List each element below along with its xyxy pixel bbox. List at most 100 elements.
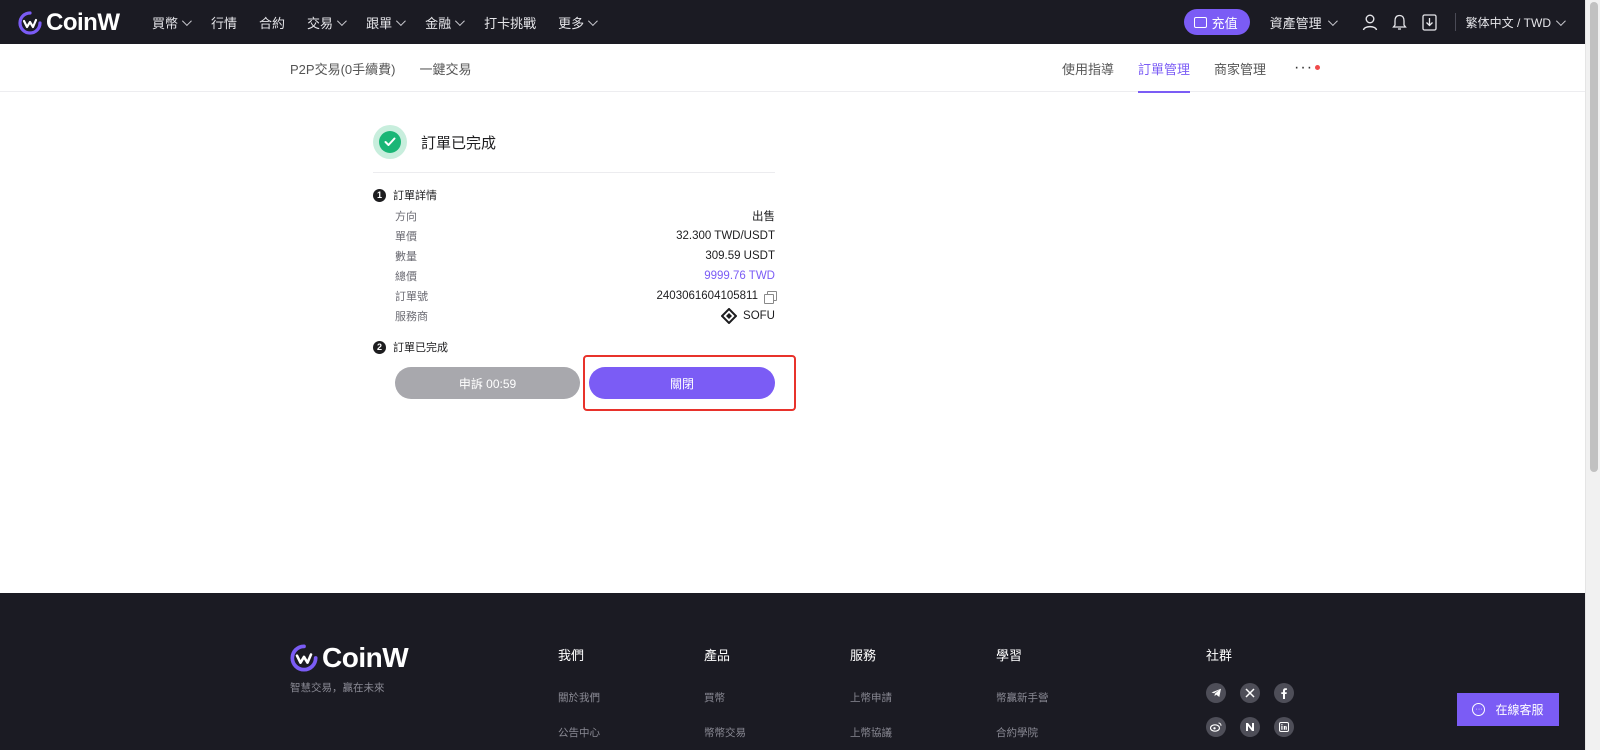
order-details-list: 方向 出售 單價 32.300 TWD/USDT 數量 309.59 USDT … (395, 206, 777, 326)
coinw-logo-icon (290, 644, 318, 672)
nav-label: 跟單 (366, 15, 393, 31)
x-icon[interactable] (1240, 683, 1260, 703)
footer-column-about: 我們 關於我們 公告中心 (558, 645, 600, 750)
detail-value: 出售 (752, 211, 775, 223)
section-order-completed: 2 訂單已完成 (373, 339, 448, 355)
footer-logo[interactable]: CoinW (290, 642, 409, 674)
social-links (1206, 683, 1294, 737)
footer-link-listing-agreement[interactable]: 上幣協議 (850, 725, 892, 740)
footer-slogan: 智慧交易，贏在未來 (290, 682, 385, 694)
nav-item-market[interactable]: 行情 (211, 13, 237, 32)
chat-bubble-icon: ··· (1472, 703, 1486, 716)
chevron-down-icon (396, 15, 406, 26)
divider (373, 172, 775, 173)
detail-value: 32.300 TWD/USDT (676, 230, 775, 242)
detail-label: 服務商 (395, 311, 428, 323)
language-label: 繁体中文 / TWD (1465, 15, 1551, 30)
footer-column-title: 社群 (1206, 648, 1233, 663)
detail-row-quantity: 數量 309.59 USDT (395, 246, 775, 266)
bell-icon[interactable] (1391, 13, 1409, 31)
telegram-icon[interactable] (1206, 683, 1226, 703)
detail-label: 數量 (395, 251, 417, 263)
detail-row-direction: 方向 出售 (395, 206, 775, 226)
online-support-button[interactable]: ··· 在線客服 (1457, 693, 1559, 726)
scrollbar-thumb[interactable] (1590, 2, 1598, 472)
section-title: 訂單詳情 (393, 190, 437, 202)
appeal-button[interactable]: 申訴 00:59 (395, 367, 580, 399)
close-button[interactable]: 關閉 (589, 367, 775, 399)
copy-icon[interactable] (764, 290, 777, 304)
chevron-down-icon (1327, 15, 1338, 26)
more-dots-icon: ··· (1294, 59, 1314, 76)
nav-label: 金融 (425, 15, 452, 31)
logo-text: CoinW (322, 642, 409, 673)
naver-icon[interactable] (1240, 717, 1260, 737)
detail-label: 總價 (395, 271, 417, 283)
deposit-label: 充值 (1211, 15, 1238, 31)
subnav-left: P2P交易(0手續費) 一鍵交易 (290, 44, 471, 92)
tab-one-click-trade[interactable]: 一鍵交易 (419, 59, 471, 78)
top-navbar: CoinW 買幣 行情 合約 交易 跟單 金融 打卡挑戰 更多 充值 資產管理 … (0, 0, 1585, 44)
footer-link-buy-coin[interactable]: 買幣 (704, 690, 746, 705)
linkedin-icon[interactable] (1274, 717, 1294, 737)
download-icon[interactable] (1421, 13, 1439, 31)
provider-name: SOFU (743, 310, 775, 322)
detail-label: 方向 (395, 211, 417, 223)
nav-item-checkin-challenge[interactable]: 打卡挑戰 (484, 13, 536, 32)
more-menu-button[interactable]: ··· (1294, 59, 1321, 77)
asset-label: 資產管理 (1269, 15, 1322, 31)
order-action-buttons: 申訴 00:59 關閉 (395, 367, 775, 399)
chevron-down-icon (588, 15, 598, 26)
tab-user-guide[interactable]: 使用指導 (1062, 44, 1114, 92)
footer-link-about-us[interactable]: 關於我們 (558, 690, 600, 705)
nav-label: 合約 (259, 15, 286, 31)
detail-row-provider: 服務商 SOFU (395, 306, 775, 326)
tab-p2p-trade[interactable]: P2P交易(0手續費) (290, 59, 395, 78)
detail-label: 訂單號 (395, 291, 428, 303)
tab-order-management[interactable]: 訂單管理 (1138, 44, 1191, 93)
detail-row-order-number: 訂單號 2403061604105811 (395, 286, 777, 306)
footer-link-listing-application[interactable]: 上幣申請 (850, 690, 892, 705)
footer-column-products: 產品 買幣 幣幣交易 (704, 645, 746, 750)
nav-item-more[interactable]: 更多 (558, 13, 598, 32)
weibo-icon[interactable] (1206, 717, 1226, 737)
step-number-badge: 1 (373, 188, 386, 202)
order-number-text: 2403061604105811 (656, 290, 758, 302)
nav-label: 交易 (307, 15, 334, 31)
section-title: 訂單已完成 (393, 342, 448, 354)
nav-item-contract[interactable]: 合約 (259, 13, 285, 32)
footer-link-announcements[interactable]: 公告中心 (558, 725, 600, 740)
footer-column-title: 服務 (850, 648, 877, 663)
chevron-down-icon (455, 15, 465, 26)
tab-merchant-management[interactable]: 商家管理 (1214, 44, 1266, 92)
asset-management-menu[interactable]: 資產管理 (1269, 13, 1338, 32)
footer-link-newbie-camp[interactable]: 幣贏新手營 (996, 690, 1049, 705)
nav-item-buy-coin[interactable]: 買幣 (152, 13, 192, 32)
nav-item-copy-trade[interactable]: 跟單 (366, 13, 406, 32)
sofu-logo-icon (721, 308, 738, 324)
facebook-icon[interactable] (1274, 683, 1294, 703)
coinw-logo[interactable]: CoinW (18, 9, 120, 37)
section-order-details: 1 訂單詳情 (373, 187, 437, 203)
detail-value: 309.59 USDT (705, 250, 775, 262)
detail-row-unit-price: 單價 32.300 TWD/USDT (395, 226, 775, 246)
wallet-icon (1193, 16, 1207, 28)
footer-link-contract-academy[interactable]: 合約學院 (996, 725, 1049, 740)
nav-divider (1454, 13, 1456, 31)
deposit-button[interactable]: 充值 (1183, 9, 1250, 35)
footer-column-learn: 學習 幣贏新手營 合約學院 (996, 645, 1049, 750)
detail-value-order-number: 2403061604105811 (656, 290, 777, 304)
site-footer: CoinW 智慧交易，贏在未來 我們 關於我們 公告中心 產品 買幣 幣幣交易 … (0, 593, 1585, 750)
logo-text: CoinW (46, 9, 120, 36)
detail-row-total: 總價 9999.76 TWD (395, 266, 775, 286)
nav-item-trade[interactable]: 交易 (307, 13, 347, 32)
detail-value-provider: SOFU (721, 308, 775, 324)
footer-link-spot-trade[interactable]: 幣幣交易 (704, 725, 746, 740)
chevron-down-icon (181, 15, 192, 26)
step-number-badge: 2 (373, 340, 386, 354)
page-scrollbar[interactable] (1585, 0, 1600, 750)
detail-label: 單價 (395, 231, 417, 243)
language-currency-selector[interactable]: 繁体中文 / TWD (1465, 14, 1566, 31)
user-icon[interactable] (1361, 13, 1379, 31)
nav-item-finance[interactable]: 金融 (425, 13, 465, 32)
